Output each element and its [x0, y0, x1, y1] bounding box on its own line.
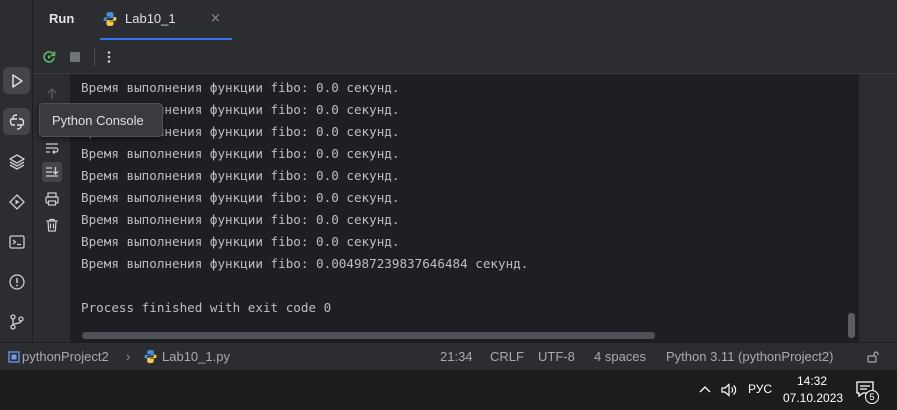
project-icon [8, 351, 20, 363]
problems-icon [8, 273, 25, 290]
scroll-up-icon [47, 88, 57, 99]
clock-time[interactable]: 14:32 [797, 374, 827, 388]
notification-badge: 5 [865, 390, 879, 404]
python-console-icon [9, 113, 24, 130]
scroll-to-end-icon [46, 167, 59, 177]
caret-position[interactable]: 21:34 [440, 349, 473, 364]
terminal-tool-button[interactable] [3, 228, 30, 255]
stop-button[interactable] [66, 48, 84, 66]
file-encoding[interactable]: UTF-8 [538, 349, 575, 364]
console-line: Время выполнения функции fibo: 0.0049872… [81, 256, 529, 271]
more-button[interactable] [100, 48, 118, 66]
breadcrumb-separator: › [126, 349, 131, 364]
toolbar-separator [94, 48, 95, 66]
scroll-to-end-button[interactable] [42, 162, 62, 182]
run-panel-header: Run Lab10_1 × [33, 0, 897, 40]
services-icon [8, 193, 25, 210]
breadcrumb-project[interactable]: pythonProject2 [22, 349, 109, 364]
vertical-scrollbar[interactable] [848, 313, 855, 338]
close-icon[interactable]: × [210, 11, 221, 26]
clock-date[interactable]: 07.10.2023 [783, 391, 843, 405]
more-icon [107, 51, 111, 63]
exit-code-line: Process finished with exit code 0 [81, 300, 332, 315]
console-line: Время выполнения функции fibo: 0.0 секун… [81, 234, 400, 249]
run-toolbar [33, 40, 897, 74]
services-tool-button[interactable] [3, 188, 30, 215]
stop-icon [70, 52, 80, 62]
problems-tool-button[interactable] [3, 268, 30, 295]
chevron-up-icon[interactable] [698, 383, 712, 397]
windows-taskbar: РУС 14:32 07.10.2023 5 [0, 370, 897, 410]
console-line: Время выполнения функции fibo: 0.0 секун… [81, 190, 400, 205]
print-icon [45, 192, 59, 206]
input-language[interactable]: РУС [748, 382, 772, 396]
console-line: Время выполнения функции fibo: 0.0 секун… [81, 80, 400, 95]
status-bar: pythonProject2 › Lab10_1.py 21:34 CRLF U… [0, 342, 897, 370]
git-tool-button[interactable] [3, 308, 30, 335]
console-output[interactable]: Время выполнения функции fibo: 0.0 секун… [70, 74, 859, 342]
unlock-icon[interactable] [866, 350, 880, 364]
scroll-up-button[interactable] [42, 84, 62, 104]
line-ending[interactable]: CRLF [490, 349, 524, 364]
vertical-scroll-track [859, 74, 897, 342]
tool-window-strip [0, 0, 33, 342]
soft-wrap-icon [46, 143, 59, 154]
horizontal-scrollbar[interactable] [82, 332, 655, 339]
layers-tool-button[interactable] [3, 148, 30, 175]
breadcrumb-file[interactable]: Lab10_1.py [162, 349, 230, 364]
indent-setting[interactable]: 4 spaces [594, 349, 646, 364]
terminal-icon [8, 234, 25, 249]
speaker-icon[interactable] [720, 381, 738, 399]
python-console-tool-button[interactable] [3, 108, 30, 135]
rerun-button[interactable] [40, 48, 58, 66]
git-icon [9, 313, 24, 330]
trash-icon [46, 218, 58, 232]
python-interpreter[interactable]: Python 3.11 (pythonProject2) [666, 349, 833, 364]
run-tool-button[interactable] [3, 67, 30, 94]
console-line: Время выполнения функции fibo: 0.0 секун… [81, 146, 400, 161]
tab-label: Lab10_1 [125, 11, 176, 26]
python-console-tooltip: Python Console [39, 103, 163, 137]
run-panel-title: Run [49, 11, 75, 26]
python-file-icon [103, 12, 117, 26]
console-line: Время выполнения функции fibo: 0.0 секун… [81, 168, 400, 183]
print-button[interactable] [42, 189, 62, 209]
tooltip-text: Python Console [52, 113, 144, 128]
rerun-icon [43, 51, 56, 63]
clear-all-button[interactable] [42, 215, 62, 235]
console-line: Время выполнения функции fibo: 0.0 секун… [81, 212, 400, 227]
tab-lab10-1[interactable]: Lab10_1 × [100, 0, 232, 40]
python-file-icon [144, 349, 157, 364]
run-icon [11, 73, 23, 88]
soft-wrap-button[interactable] [42, 138, 62, 158]
layers-icon [8, 153, 25, 170]
